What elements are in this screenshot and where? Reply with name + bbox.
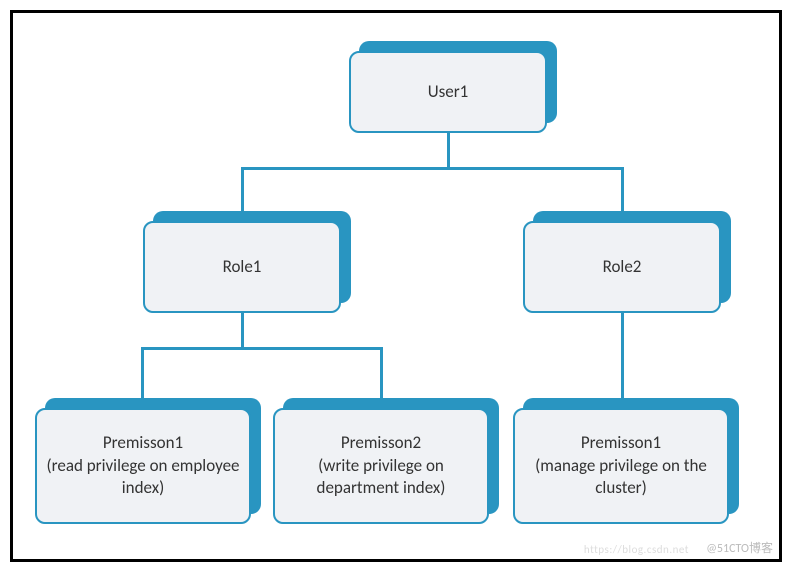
node-box: Role2	[523, 221, 721, 313]
connector	[447, 133, 450, 167]
permission-title: Premisson2	[341, 432, 421, 455]
connector	[141, 347, 144, 399]
connector	[380, 347, 383, 399]
node-box: Premisson1 (read privilege on employee i…	[35, 408, 251, 524]
connector	[621, 167, 624, 211]
connector	[241, 167, 623, 170]
permission-title: Premisson1	[103, 432, 183, 455]
role-node: Role1	[143, 221, 341, 313]
permission-node: Premisson1 (manage privilege on the clus…	[513, 408, 729, 524]
permission-node: Premisson1 (read privilege on employee i…	[35, 408, 251, 524]
permission-node: Premisson2 (write privilege on departmen…	[273, 408, 489, 524]
role-label: Role2	[603, 256, 642, 279]
role-node: Role2	[523, 221, 721, 313]
connector	[241, 313, 244, 347]
connector	[241, 167, 244, 211]
user-node: User1	[349, 51, 547, 133]
role-label: Role1	[223, 256, 262, 279]
permission-desc: (manage privilege on the cluster)	[521, 455, 721, 501]
watermark: @51CTO博客	[706, 539, 773, 556]
connector	[621, 313, 624, 399]
permission-title: Premisson1	[581, 432, 661, 455]
diagram-frame: User1 Role1 Role2 Premisson1 (read privi…	[10, 10, 782, 562]
node-box: Role1	[143, 221, 341, 313]
node-box: Premisson2 (write privilege on departmen…	[273, 408, 489, 524]
watermark-faint: https://blog.csdn.net	[584, 543, 689, 556]
connector	[141, 347, 383, 350]
node-box: Premisson1 (manage privilege on the clus…	[513, 408, 729, 524]
permission-desc: (read privilege on employee index)	[43, 455, 243, 501]
user-label: User1	[428, 81, 469, 104]
node-box: User1	[349, 51, 547, 133]
permission-desc: (write privilege on department index)	[281, 455, 481, 501]
